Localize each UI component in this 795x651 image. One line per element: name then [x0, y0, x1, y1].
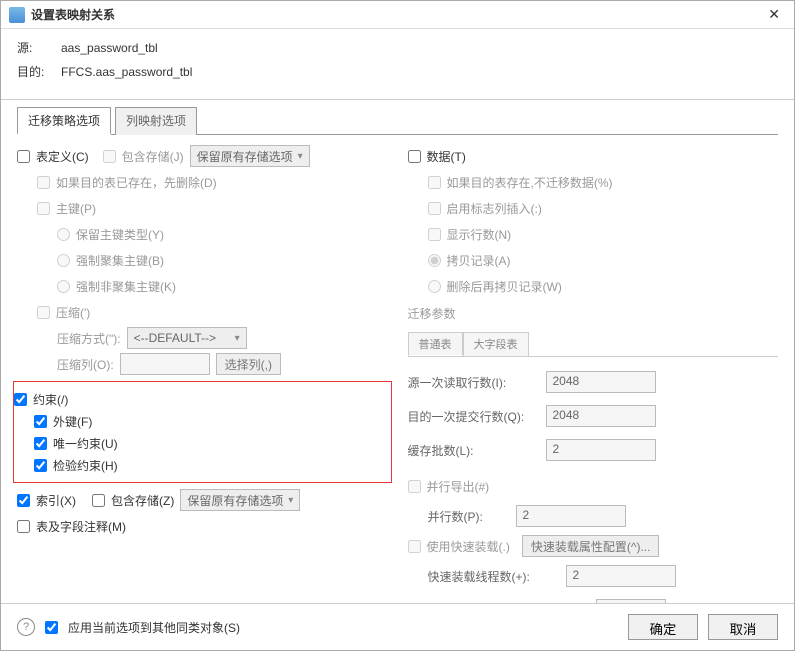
apply-all-label: 应用当前选项到其他同类对象(S) — [68, 619, 240, 636]
compress-col-label: 压缩列(O): — [57, 356, 114, 373]
cache-batch-input[interactable]: 2 — [546, 439, 656, 461]
fast-thread-label: 快速装载线程数(+): — [428, 568, 558, 585]
src-read-rows-label: 源一次读取行数(I): — [408, 374, 538, 391]
source-value: aas_password_tbl — [61, 38, 158, 58]
copy-record-radio[interactable] — [428, 254, 441, 267]
data-checkbox[interactable] — [408, 150, 421, 163]
fk-checkbox[interactable] — [34, 415, 47, 428]
keep-pk-type-radio[interactable] — [57, 228, 70, 241]
parallel-rows-label: 并行数(P): — [428, 508, 508, 525]
copy-after-delete-label: 删除后再拷贝记录(W) — [447, 278, 562, 295]
subtab-normal[interactable]: 普通表 — [408, 332, 463, 356]
fast-thread-input[interactable]: 2 — [566, 565, 676, 587]
help-icon[interactable]: ? — [17, 618, 35, 636]
compress-mode-combo[interactable]: <--DEFAULT--> — [127, 327, 247, 349]
storage-combo[interactable]: 保留原有存储选项 — [190, 145, 310, 167]
show-rows-label: 显示行数(N) — [447, 226, 512, 243]
select-col-button[interactable]: 选择列(,) — [216, 353, 281, 375]
index-checkbox[interactable] — [17, 494, 30, 507]
enable-identity-checkbox[interactable] — [428, 202, 441, 215]
if-exists-delete-label: 如果目的表已存在，先删除(D) — [56, 174, 217, 191]
include-storage-j-checkbox[interactable] — [103, 150, 116, 163]
constraint-checkbox[interactable] — [14, 393, 27, 406]
parallel-rows-input[interactable]: 2 — [516, 505, 626, 527]
unique-checkbox[interactable] — [34, 437, 47, 450]
pk-checkbox[interactable] — [37, 202, 50, 215]
dst-commit-rows-input[interactable]: 2048 — [546, 405, 656, 427]
constraint-label: 约束(/) — [33, 391, 68, 408]
compress-label: 压缩(') — [56, 304, 90, 321]
data-label: 数据(T) — [427, 148, 466, 165]
apply-all-checkbox[interactable] — [45, 621, 58, 634]
window-title: 设置表映射关系 — [31, 6, 762, 23]
index-label: 索引(X) — [36, 492, 76, 509]
tab-column-mapping[interactable]: 列映射选项 — [115, 107, 197, 135]
fast-load-config-button[interactable]: 快速装载属性配置(^)... — [522, 535, 660, 557]
use-fast-load-label: 使用快速装载(.) — [427, 538, 510, 555]
parallel-export-checkbox[interactable] — [408, 480, 421, 493]
include-storage-z-label: 包含存储(Z) — [111, 492, 174, 509]
tab-migrate-strategy[interactable]: 迁移策略选项 — [17, 107, 111, 135]
app-icon — [9, 7, 25, 23]
include-storage-z-checkbox[interactable] — [92, 494, 105, 507]
table-field-comment-checkbox[interactable] — [17, 520, 30, 533]
table-def-checkbox[interactable] — [17, 150, 30, 163]
include-storage-j-label: 包含存储(J) — [122, 148, 184, 165]
target-value: FFCS.aas_password_tbl — [61, 62, 192, 82]
close-icon[interactable]: ✕ — [762, 6, 786, 23]
migrate-param-label: 迁移参数 — [408, 305, 779, 322]
if-exists-no-migrate-checkbox[interactable] — [428, 176, 441, 189]
unique-label: 唯一约束(U) — [53, 435, 118, 452]
compress-mode-label: 压缩方式("): — [57, 330, 121, 347]
ok-button[interactable]: 确定 — [628, 614, 698, 640]
table-field-comment-label: 表及字段注释(M) — [36, 518, 126, 535]
force-noncluster-pk-label: 强制非聚集主键(K) — [76, 278, 176, 295]
table-def-label: 表定义(C) — [36, 148, 89, 165]
use-fast-load-checkbox[interactable] — [408, 540, 421, 553]
compress-col-input[interactable] — [120, 353, 210, 375]
target-label: 目的: — [17, 62, 53, 82]
check-checkbox[interactable] — [34, 459, 47, 472]
storage-combo2[interactable]: 保留原有存储选项 — [180, 489, 300, 511]
compress-checkbox[interactable] — [37, 306, 50, 319]
enable-identity-label: 启用标志列插入(:) — [447, 200, 542, 217]
force-cluster-pk-label: 强制聚集主键(B) — [76, 252, 164, 269]
src-read-rows-input[interactable]: 2048 — [546, 371, 656, 393]
parallel-export-label: 并行导出(#) — [427, 478, 490, 495]
subtab-lob[interactable]: 大字段表 — [463, 332, 529, 356]
check-label: 检验约束(H) — [53, 457, 118, 474]
cache-batch-label: 缓存批数(L): — [408, 442, 538, 459]
show-rows-checkbox[interactable] — [428, 228, 441, 241]
copy-after-delete-radio[interactable] — [428, 280, 441, 293]
force-noncluster-pk-radio[interactable] — [57, 280, 70, 293]
if-exists-no-migrate-label: 如果目的表存在,不迁移数据(%) — [447, 174, 613, 191]
keep-pk-type-label: 保留主键类型(Y) — [76, 226, 164, 243]
pk-label: 主键(P) — [56, 200, 96, 217]
fk-label: 外键(F) — [53, 413, 92, 430]
copy-record-label: 拷贝记录(A) — [447, 252, 511, 269]
cancel-button[interactable]: 取消 — [708, 614, 778, 640]
source-label: 源: — [17, 38, 53, 58]
dst-commit-rows-label: 目的一次提交行数(Q): — [408, 408, 538, 425]
if-exists-delete-checkbox[interactable] — [37, 176, 50, 189]
force-cluster-pk-radio[interactable] — [57, 254, 70, 267]
